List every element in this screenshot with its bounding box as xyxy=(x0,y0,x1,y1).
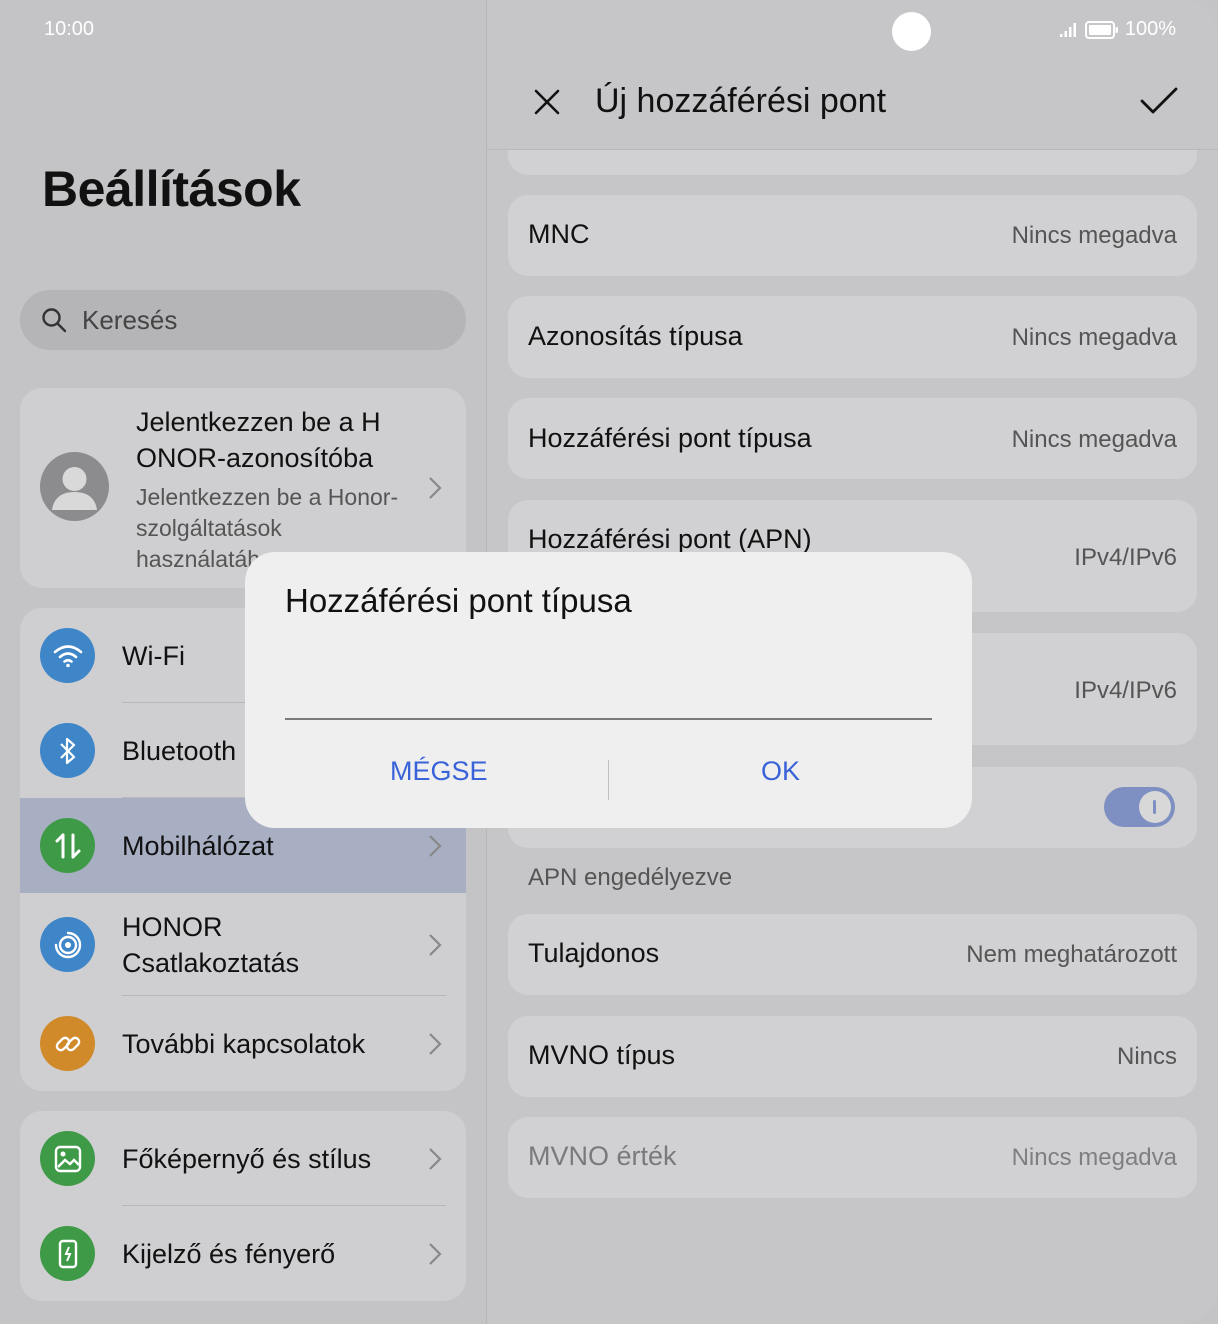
chevron-right-icon xyxy=(429,1033,442,1055)
settings-item-honor-connect[interactable]: HONOR Csatlakoztatás xyxy=(20,893,466,996)
wallpaper-icon xyxy=(40,1131,95,1186)
bluetooth-icon xyxy=(40,723,95,778)
camera-cutout xyxy=(892,12,931,51)
list-item-mvno-value: MVNO érték Nincs megadva xyxy=(508,1117,1197,1198)
settings-item-label: Főképernyő és stílus xyxy=(122,1143,372,1174)
chevron-right-icon xyxy=(429,1148,442,1170)
settings-item-label: Bluetooth xyxy=(122,735,237,766)
settings-item-display[interactable]: Kijelző és fényerő xyxy=(20,1206,466,1301)
field-value: Nincs megadva xyxy=(1011,1144,1177,1171)
status-icons: 100% xyxy=(1059,18,1176,41)
field-value: IPv4/IPv6 xyxy=(1074,544,1177,571)
check-icon[interactable] xyxy=(1140,86,1178,116)
status-time: 10:00 xyxy=(44,18,95,40)
account-title: Jelentkezzen be a H ONOR-azonosítóba xyxy=(136,407,381,473)
settings-item-label: Wi-Fi xyxy=(122,640,185,671)
chevron-right-icon xyxy=(429,1243,442,1265)
search-placeholder: Keresés xyxy=(82,304,178,335)
settings-item-label: Mobilhálózat xyxy=(122,830,274,861)
page-title: Beállítások xyxy=(42,161,301,217)
chevron-right-icon xyxy=(429,477,442,499)
search-icon xyxy=(42,308,67,333)
battery-icon xyxy=(1084,20,1118,39)
mobile-data-icon xyxy=(40,818,95,873)
settings-item-label: További kapcsolatok xyxy=(122,1028,366,1059)
link-icon xyxy=(40,1016,95,1071)
section-label: APN engedélyezve xyxy=(528,864,733,891)
field-label: MVNO típus xyxy=(528,1040,676,1070)
close-icon[interactable] xyxy=(533,88,561,116)
ok-button[interactable]: OK xyxy=(761,756,800,787)
apn-type-input[interactable] xyxy=(285,672,932,720)
screen: 10:00 Beállítások Keresés Jelentkezzen b… xyxy=(0,0,1218,1324)
settings-item-label: Kijelző és fényerő xyxy=(122,1238,336,1269)
list-item-auth-type[interactable]: Azonosítás típusa Nincs megadva xyxy=(508,296,1197,378)
settings-item-more-connections[interactable]: További kapcsolatok xyxy=(20,996,466,1091)
field-label: Hozzáférési pont (APN) xyxy=(528,524,812,554)
list-item-owner[interactable]: Tulajdonos Nem meghatározott xyxy=(508,914,1197,995)
field-label: MNC xyxy=(528,219,590,249)
field-value: Nincs megadva xyxy=(1011,222,1177,249)
battery-percent: 100% xyxy=(1124,18,1176,40)
field-label: Hozzáférési pont típusa xyxy=(528,423,812,453)
header-title: Új hozzáférési pont xyxy=(595,82,887,120)
cancel-button[interactable]: MÉGSE xyxy=(390,756,488,787)
field-value: Nincs xyxy=(1116,1043,1177,1070)
honor-connect-icon xyxy=(40,917,95,972)
toggle-knob xyxy=(1139,791,1171,823)
display-group: Főképernyő és stílus Kijelző és fényerő xyxy=(20,1111,466,1301)
field-label: Azonosítás típusa xyxy=(528,321,743,351)
settings-item-label: HONOR Csatlakoztatás xyxy=(122,911,300,978)
field-value: Nincs megadva xyxy=(1011,426,1177,453)
wifi-icon xyxy=(40,628,95,683)
field-value: Nincs megadva xyxy=(1011,324,1177,351)
apn-type-dialog: Hozzáférési pont típusa MÉGSE OK xyxy=(245,552,972,828)
chevron-right-icon xyxy=(429,835,442,857)
signal-icon xyxy=(1059,22,1076,37)
display-icon xyxy=(40,1226,95,1281)
settings-item-home-style[interactable]: Főképernyő és stílus xyxy=(20,1111,466,1206)
field-label: Tulajdonos xyxy=(528,938,660,968)
chevron-right-icon xyxy=(429,934,442,956)
button-divider xyxy=(608,760,609,800)
list-item-mnc[interactable]: MNC Nincs megadva xyxy=(508,195,1197,276)
apn-enable-toggle[interactable] xyxy=(1104,787,1175,827)
list-item-mvno-type[interactable]: MVNO típus Nincs xyxy=(508,1016,1197,1097)
dialog-title: Hozzáférési pont típusa xyxy=(285,582,632,619)
field-value: IPv4/IPv6 xyxy=(1074,677,1177,704)
search-bar[interactable]: Keresés xyxy=(20,290,466,350)
field-value: Nem meghatározott xyxy=(966,941,1177,968)
list-item-apn-type[interactable]: Hozzáférési pont típusa Nincs megadva xyxy=(508,398,1197,479)
avatar-icon xyxy=(40,452,109,521)
field-label: MVNO érték xyxy=(528,1141,677,1171)
